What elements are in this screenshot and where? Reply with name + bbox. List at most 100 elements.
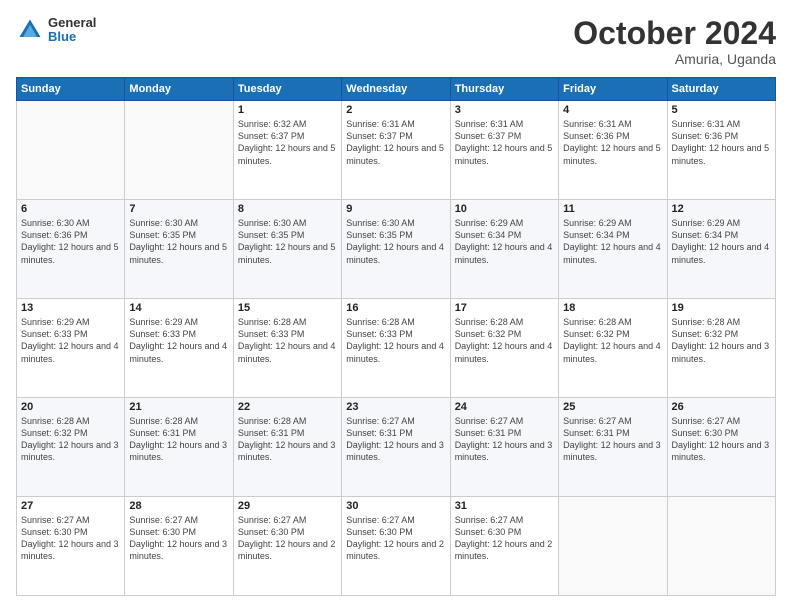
day-detail: Sunrise: 6:29 AM Sunset: 6:34 PM Dayligh… — [672, 218, 770, 264]
calendar-cell: 23Sunrise: 6:27 AM Sunset: 6:31 PM Dayli… — [342, 398, 450, 497]
calendar-cell: 10 Sunrise: 6:29 AM Sunset: 6:34 PM Dayli… — [450, 200, 558, 299]
week-row-2: 6 Sunrise: 6:30 AM Sunset: 6:36 PM Daylig… — [17, 200, 776, 299]
calendar-cell: 5 Sunrise: 6:31 AM Sunset: 6:36 PM Daylig… — [667, 101, 775, 200]
logo-icon — [16, 16, 44, 44]
day-detail: Sunrise: 6:31 AM Sunset: 6:37 PM Dayligh… — [455, 119, 553, 165]
calendar-cell: 14Sunrise: 6:29 AM Sunset: 6:33 PM Dayli… — [125, 299, 233, 398]
day-number: 3 — [455, 104, 554, 116]
day-number: 27 — [21, 500, 120, 512]
day-detail: Sunrise: 6:27 AM Sunset: 6:30 PM Dayligh… — [455, 515, 553, 561]
day-detail: Sunrise: 6:30 AM Sunset: 6:35 PM Dayligh… — [346, 218, 444, 264]
day-number: 11 — [563, 203, 662, 215]
day-detail: Sunrise: 6:27 AM Sunset: 6:30 PM Dayligh… — [346, 515, 444, 561]
calendar-cell — [667, 497, 775, 596]
calendar-cell: 2Sunrise: 6:31 AM Sunset: 6:37 PM Daylig… — [342, 101, 450, 200]
day-detail: Sunrise: 6:29 AM Sunset: 6:34 PM Dayligh… — [563, 218, 661, 264]
day-detail: Sunrise: 6:31 AM Sunset: 6:37 PM Dayligh… — [346, 119, 444, 165]
week-row-4: 20 Sunrise: 6:28 AM Sunset: 6:32 PM Dayli… — [17, 398, 776, 497]
weekday-header-monday: Monday — [125, 78, 233, 101]
day-detail: Sunrise: 6:31 AM Sunset: 6:36 PM Dayligh… — [672, 119, 770, 165]
calendar-cell: 15 Sunrise: 6:28 AM Sunset: 6:33 PM Dayli… — [233, 299, 341, 398]
day-number: 16 — [346, 302, 445, 314]
calendar-cell: 31 Sunrise: 6:27 AM Sunset: 6:30 PM Dayli… — [450, 497, 558, 596]
calendar-cell: 19 Sunrise: 6:28 AM Sunset: 6:32 PM Dayli… — [667, 299, 775, 398]
week-row-1: 1Sunrise: 6:32 AM Sunset: 6:37 PM Daylig… — [17, 101, 776, 200]
calendar-cell: 6 Sunrise: 6:30 AM Sunset: 6:36 PM Daylig… — [17, 200, 125, 299]
calendar-cell: 21 Sunrise: 6:28 AM Sunset: 6:31 PM Dayli… — [125, 398, 233, 497]
calendar-cell: 22 Sunrise: 6:28 AM Sunset: 6:31 PM Dayli… — [233, 398, 341, 497]
day-detail: Sunrise: 6:28 AM Sunset: 6:32 PM Dayligh… — [563, 317, 661, 363]
day-detail: Sunrise: 6:28 AM Sunset: 6:33 PM Dayligh… — [346, 317, 444, 363]
day-number: 9 — [346, 203, 445, 215]
calendar-cell: 30Sunrise: 6:27 AM Sunset: 6:30 PM Dayli… — [342, 497, 450, 596]
day-number: 6 — [21, 203, 120, 215]
week-row-3: 13Sunrise: 6:29 AM Sunset: 6:33 PM Dayli… — [17, 299, 776, 398]
calendar-cell: 3 Sunrise: 6:31 AM Sunset: 6:37 PM Daylig… — [450, 101, 558, 200]
day-number: 29 — [238, 500, 337, 512]
weekday-header-row: SundayMondayTuesdayWednesdayThursdayFrid… — [17, 78, 776, 101]
day-detail: Sunrise: 6:28 AM Sunset: 6:31 PM Dayligh… — [129, 416, 227, 462]
calendar-cell — [17, 101, 125, 200]
day-number: 17 — [455, 302, 554, 314]
page: General Blue October 2024 Amuria, Uganda… — [0, 0, 792, 612]
day-number: 8 — [238, 203, 337, 215]
day-detail: Sunrise: 6:29 AM Sunset: 6:34 PM Dayligh… — [455, 218, 553, 264]
day-detail: Sunrise: 6:28 AM Sunset: 6:31 PM Dayligh… — [238, 416, 336, 462]
header: General Blue October 2024 Amuria, Uganda — [16, 16, 776, 67]
day-number: 20 — [21, 401, 120, 413]
calendar-cell: 12 Sunrise: 6:29 AM Sunset: 6:34 PM Dayli… — [667, 200, 775, 299]
day-number: 7 — [129, 203, 228, 215]
weekday-header-tuesday: Tuesday — [233, 78, 341, 101]
calendar-cell: 20 Sunrise: 6:28 AM Sunset: 6:32 PM Dayli… — [17, 398, 125, 497]
day-detail: Sunrise: 6:31 AM Sunset: 6:36 PM Dayligh… — [563, 119, 661, 165]
weekday-header-friday: Friday — [559, 78, 667, 101]
day-detail: Sunrise: 6:27 AM Sunset: 6:31 PM Dayligh… — [455, 416, 553, 462]
weekday-header-wednesday: Wednesday — [342, 78, 450, 101]
day-number: 22 — [238, 401, 337, 413]
day-detail: Sunrise: 6:27 AM Sunset: 6:30 PM Dayligh… — [238, 515, 336, 561]
weekday-header-sunday: Sunday — [17, 78, 125, 101]
day-number: 15 — [238, 302, 337, 314]
calendar-cell: 29 Sunrise: 6:27 AM Sunset: 6:30 PM Dayli… — [233, 497, 341, 596]
day-number: 28 — [129, 500, 228, 512]
logo-blue: Blue — [48, 30, 96, 44]
calendar-cell: 24Sunrise: 6:27 AM Sunset: 6:31 PM Dayli… — [450, 398, 558, 497]
calendar-cell: 28 Sunrise: 6:27 AM Sunset: 6:30 PM Dayli… — [125, 497, 233, 596]
day-detail: Sunrise: 6:27 AM Sunset: 6:30 PM Dayligh… — [672, 416, 770, 462]
day-detail: Sunrise: 6:27 AM Sunset: 6:30 PM Dayligh… — [129, 515, 227, 561]
day-detail: Sunrise: 6:28 AM Sunset: 6:33 PM Dayligh… — [238, 317, 336, 363]
day-number: 19 — [672, 302, 771, 314]
day-detail: Sunrise: 6:27 AM Sunset: 6:31 PM Dayligh… — [563, 416, 661, 462]
day-number: 10 — [455, 203, 554, 215]
day-detail: Sunrise: 6:28 AM Sunset: 6:32 PM Dayligh… — [21, 416, 119, 462]
logo: General Blue — [16, 16, 96, 45]
day-number: 14 — [129, 302, 228, 314]
calendar-cell: 27 Sunrise: 6:27 AM Sunset: 6:30 PM Dayli… — [17, 497, 125, 596]
day-number: 31 — [455, 500, 554, 512]
day-detail: Sunrise: 6:28 AM Sunset: 6:32 PM Dayligh… — [672, 317, 770, 363]
logo-text: General Blue — [48, 16, 96, 45]
day-detail: Sunrise: 6:27 AM Sunset: 6:30 PM Dayligh… — [21, 515, 119, 561]
day-number: 18 — [563, 302, 662, 314]
calendar-cell: 26 Sunrise: 6:27 AM Sunset: 6:30 PM Dayli… — [667, 398, 775, 497]
day-number: 26 — [672, 401, 771, 413]
calendar-cell: 11 Sunrise: 6:29 AM Sunset: 6:34 PM Dayli… — [559, 200, 667, 299]
calendar-cell: 8Sunrise: 6:30 AM Sunset: 6:35 PM Daylig… — [233, 200, 341, 299]
weekday-header-thursday: Thursday — [450, 78, 558, 101]
day-detail: Sunrise: 6:27 AM Sunset: 6:31 PM Dayligh… — [346, 416, 444, 462]
calendar-cell: 7Sunrise: 6:30 AM Sunset: 6:35 PM Daylig… — [125, 200, 233, 299]
day-number: 12 — [672, 203, 771, 215]
day-detail: Sunrise: 6:30 AM Sunset: 6:36 PM Dayligh… — [21, 218, 119, 264]
day-number: 25 — [563, 401, 662, 413]
calendar-cell — [559, 497, 667, 596]
calendar-cell: 16 Sunrise: 6:28 AM Sunset: 6:33 PM Dayli… — [342, 299, 450, 398]
location: Amuria, Uganda — [573, 51, 776, 67]
day-number: 5 — [672, 104, 771, 116]
day-detail: Sunrise: 6:32 AM Sunset: 6:37 PM Dayligh… — [238, 119, 336, 165]
logo-general: General — [48, 16, 96, 30]
calendar-cell — [125, 101, 233, 200]
day-number: 21 — [129, 401, 228, 413]
day-number: 13 — [21, 302, 120, 314]
day-detail: Sunrise: 6:28 AM Sunset: 6:32 PM Dayligh… — [455, 317, 553, 363]
calendar-table: SundayMondayTuesdayWednesdayThursdayFrid… — [16, 77, 776, 596]
